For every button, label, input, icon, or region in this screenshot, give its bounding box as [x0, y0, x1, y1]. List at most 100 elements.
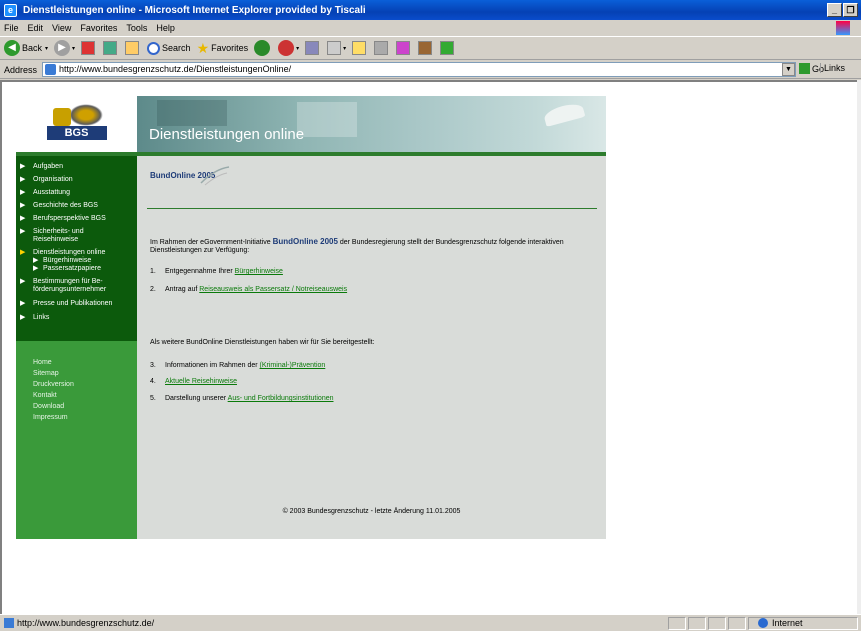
- ie-logo-icon: e: [4, 3, 17, 17]
- menu-edit[interactable]: Edit: [28, 23, 44, 33]
- link-praevention[interactable]: (Kriminal-)Prävention: [260, 362, 326, 369]
- util-kontakt[interactable]: Kontakt: [33, 392, 57, 399]
- window-title: Dienstleistungen online - Microsoft Inte…: [23, 4, 366, 16]
- util-download[interactable]: Download: [33, 403, 64, 410]
- page-icon: [45, 64, 56, 75]
- address-input[interactable]: http://www.bundesgrenzschutz.de/Dienstle…: [42, 62, 796, 77]
- page-footer: © 2003 Bundesgrenzschutz - letzte Änderu…: [282, 508, 461, 515]
- menu-tools[interactable]: Tools: [126, 23, 147, 33]
- main-navigation: ▶ Aufgaben ▶ Organisation ▶ Ausstattung ▶ Ge…: [16, 156, 137, 341]
- arrow-right-icon: ▶: [20, 249, 26, 256]
- util-home[interactable]: Home: [33, 359, 52, 366]
- menu-view[interactable]: View: [52, 23, 71, 33]
- parachute-icon: [542, 101, 586, 127]
- history-icon: [278, 40, 295, 56]
- edit-page-button[interactable]: [374, 41, 390, 55]
- globe-icon: [758, 618, 768, 628]
- folder-button[interactable]: [352, 41, 368, 55]
- print-icon: [327, 41, 342, 55]
- arrow-right-icon: ▶: [20, 278, 26, 285]
- buddy-button[interactable]: [440, 41, 456, 55]
- subnav-buergerhinweise[interactable]: ▶ Bürgerhinweise: [16, 257, 137, 265]
- list-item: 5. Darstellung unserer Aus- und Fortbildu…: [150, 395, 334, 402]
- arrow-right-icon: ▶: [20, 300, 26, 307]
- standard-toolbar: ◀ Back ▾ ▶ ▾ Search ★ Favorites ▾ ▾: [0, 37, 861, 60]
- arrow-right-icon: ▶: [20, 314, 26, 321]
- nav-organisation[interactable]: ▶ Organisation: [16, 176, 137, 184]
- bundonline-swoosh-icon: [200, 166, 230, 186]
- nav-presse[interactable]: ▶ Presse und Publikationen: [16, 300, 137, 308]
- link-reisehinweise[interactable]: Aktuelle Reisehinweise: [165, 378, 237, 385]
- back-button[interactable]: ◀ Back ▾: [4, 40, 48, 56]
- nav-geschichte[interactable]: ▶ Geschichte des BGS: [16, 202, 137, 210]
- print-button[interactable]: ▾: [327, 41, 346, 55]
- util-druckversion[interactable]: Druckversion: [33, 381, 74, 388]
- links-button[interactable]: Links: [820, 63, 845, 73]
- bgs-emblem-icon: BGS: [46, 104, 107, 144]
- list-item: 1. Entgegennahme Ihrer Bürgerhinweise: [150, 268, 283, 275]
- menu-file[interactable]: File: [4, 23, 19, 33]
- maximize-button[interactable]: ❐: [843, 3, 858, 17]
- arrow-right-icon: ▶: [20, 189, 26, 196]
- window-titlebar: e Dienstleistungen online - Microsoft In…: [0, 0, 861, 20]
- edit-icon: [374, 41, 389, 55]
- media-icon: [254, 40, 271, 56]
- research-button[interactable]: [418, 41, 434, 55]
- eagle-icon: [52, 108, 71, 126]
- bgs-site: BGS Dienstleistungen online ▶ Aufgaben ▶ O…: [16, 94, 606, 539]
- media-button[interactable]: [254, 40, 272, 56]
- nav-aufgaben[interactable]: ▶ Aufgaben: [16, 163, 137, 171]
- address-dropdown-button[interactable]: ▼: [782, 63, 795, 76]
- bgs-logo[interactable]: BGS: [16, 96, 137, 152]
- menu-bar: File Edit View Favorites Tools Help: [0, 20, 861, 37]
- address-url: http://www.bundesgrenzschutz.de/Dienstle…: [59, 64, 292, 74]
- home-icon: [125, 41, 140, 55]
- minimize-button[interactable]: _: [827, 3, 842, 17]
- page-viewport: BGS Dienstleistungen online ▶ Aufgaben ▶ O…: [0, 80, 857, 614]
- arrow-right-icon: ▶: [20, 202, 26, 209]
- forward-button[interactable]: ▶ ▾: [54, 40, 75, 56]
- link-buergerhinweise[interactable]: Bürgerhinweise: [235, 268, 283, 275]
- address-label: Address: [4, 64, 38, 75]
- logo-text: BGS: [46, 126, 107, 140]
- buddy-icon: [440, 41, 455, 55]
- list-item: 2. Antrag auf Reiseausweis als Passersatz…: [150, 286, 348, 293]
- menu-favorites[interactable]: Favorites: [80, 23, 117, 33]
- nav-dienstleistungen[interactable]: ▶ Dienstleistungen online: [16, 249, 137, 257]
- history-button[interactable]: ▾: [278, 40, 299, 56]
- search-button[interactable]: Search: [147, 41, 191, 55]
- stop-icon: [81, 41, 96, 55]
- refresh-button[interactable]: [103, 41, 119, 55]
- nav-berufsperspektive[interactable]: ▶ Berufsperspektive BGS: [16, 215, 137, 223]
- nav-ausstattung[interactable]: ▶ Ausstattung: [16, 189, 137, 197]
- arrow-right-icon: ▶: [20, 215, 26, 222]
- stop-button[interactable]: [81, 41, 97, 55]
- messenger-button[interactable]: [396, 41, 412, 55]
- util-impressum[interactable]: Impressum: [33, 414, 68, 421]
- nav-links[interactable]: ▶ Links: [16, 314, 137, 322]
- further-services-text: Als weitere BundOnline Dienstleistungen …: [150, 339, 375, 346]
- list-item: 3. Informationen im Rahmen der (Kriminal-…: [150, 362, 326, 369]
- folder-icon: [352, 41, 367, 55]
- mail-button[interactable]: [305, 41, 321, 55]
- util-sitemap[interactable]: Sitemap: [33, 370, 59, 377]
- home-button[interactable]: [125, 41, 141, 55]
- subnav-passersatzpapiere[interactable]: ▶ Passersatzpapiere: [16, 265, 137, 273]
- nav-bestimmungen[interactable]: ▶ Bestimmungen für Be-förderungsunternehm…: [16, 278, 120, 294]
- banner-title: Dienstleistungen online: [149, 126, 305, 143]
- arrow-right-icon: ▶: [33, 257, 39, 264]
- forward-arrow-icon: ▶: [54, 40, 71, 56]
- vertical-scrollbar[interactable]: [857, 80, 861, 614]
- favorites-button[interactable]: ★ Favorites: [197, 40, 249, 57]
- content-divider: [147, 208, 597, 209]
- nav-sicherheit[interactable]: ▶ Sicherheits- und Reisehinweise: [16, 228, 116, 244]
- page-icon: [4, 618, 14, 628]
- mail-icon: [305, 41, 320, 55]
- link-fortbildung[interactable]: Aus- und Fortbildungsinstitutionen: [228, 395, 334, 402]
- menu-help[interactable]: Help: [156, 23, 175, 33]
- link-reiseausweis[interactable]: Reiseausweis als Passersatz / Notreiseau…: [199, 286, 347, 293]
- arrow-right-icon: ▶: [20, 163, 26, 170]
- go-arrow-icon: [799, 63, 810, 74]
- list-item: 4. Aktuelle Reisehinweise: [150, 378, 237, 385]
- star-icon: ★: [196, 39, 210, 56]
